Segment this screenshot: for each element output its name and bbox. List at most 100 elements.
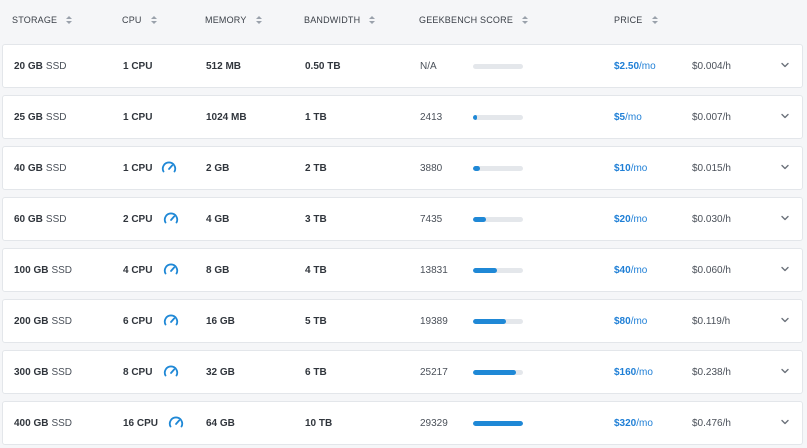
chevron-down-icon[interactable]	[780, 265, 790, 273]
hourly-price: $0.007/h	[692, 111, 731, 123]
speedometer-icon	[168, 416, 184, 428]
bandwidth-value: 4 TB	[305, 264, 327, 276]
memory-value: 64 GB	[206, 417, 235, 429]
column-header-bandwidth[interactable]: BANDWIDTH	[304, 15, 376, 25]
chevron-down-icon[interactable]	[780, 112, 790, 120]
speedometer-icon	[163, 365, 179, 377]
storage-cell: 20 GB SSD	[14, 45, 66, 87]
cpu-count: 1 CPU	[123, 111, 153, 123]
storage-type: SSD	[51, 366, 73, 378]
cpu-count: 1 CPU	[123, 162, 153, 174]
table-row[interactable]: 25 GB SSD 1 CPU 1024 MB 1 TB 2413 $5/mo $0.007/…	[2, 95, 803, 139]
memory-value: 512 MB	[206, 60, 242, 72]
table-row[interactable]: 300 GB SSD 8 CPU 32 GB 6 TB 25217 $160/mo $0.23…	[2, 350, 803, 394]
score-bar-fill	[473, 166, 480, 171]
table-row[interactable]: 60 GB SSD 2 CPU 4 GB 3 TB 7435 $20/mo $0.030/h	[2, 197, 803, 241]
storage-cell: 100 GB SSD	[14, 249, 72, 291]
chevron-down-icon[interactable]	[780, 316, 790, 324]
monthly-price: $2.50	[614, 60, 640, 72]
hourly-price: $0.015/h	[692, 162, 731, 174]
storage-type: SSD	[51, 417, 73, 429]
geekbench-score: 29329	[420, 417, 448, 429]
bandwidth-value: 0.50 TB	[305, 60, 341, 72]
bandwidth-value: 1 TB	[305, 111, 327, 123]
memory-value: 8 GB	[206, 264, 230, 276]
score-bar	[473, 115, 523, 120]
bandwidth-value: 3 TB	[305, 213, 327, 225]
sort-icon[interactable]	[255, 16, 262, 24]
storage-type: SSD	[45, 213, 67, 225]
column-header-memory[interactable]: MEMORY	[205, 15, 262, 25]
score-bar-fill	[473, 421, 523, 426]
chevron-down-icon[interactable]	[780, 367, 790, 375]
storage-type: SSD	[51, 315, 73, 327]
storage-size: 400 GB	[14, 417, 49, 429]
monthly-price: $5	[614, 111, 626, 123]
table-row[interactable]: 40 GB SSD 1 CPU 2 GB 2 TB 3880 $10/mo $0.015/h	[2, 146, 803, 190]
score-bar	[473, 319, 523, 324]
storage-size: 40 GB	[14, 162, 43, 174]
sort-icon[interactable]	[651, 16, 658, 24]
hourly-price: $0.030/h	[692, 213, 731, 225]
price-unit: /mo	[639, 60, 656, 72]
storage-type: SSD	[45, 60, 67, 72]
price-cell: $20/mo	[614, 198, 647, 240]
price-cell: $80/mo	[614, 300, 647, 342]
monthly-price: $40	[614, 264, 631, 276]
score-bar-fill	[473, 217, 486, 222]
table-row[interactable]: 100 GB SSD 4 CPU 8 GB 4 TB 13831 $40/mo $0.060/…	[2, 248, 803, 292]
chevron-down-icon[interactable]	[780, 418, 790, 426]
geekbench-score: 13831	[420, 264, 448, 276]
storage-size: 60 GB	[14, 213, 43, 225]
geekbench-score: 2413	[420, 111, 443, 123]
score-bar-fill	[473, 268, 497, 273]
speedometer-icon	[163, 314, 179, 326]
hourly-price: $0.060/h	[692, 264, 731, 276]
score-bar-fill	[473, 319, 507, 324]
bandwidth-value: 5 TB	[305, 315, 327, 327]
column-header-price[interactable]: PRICE	[614, 15, 658, 25]
sort-icon[interactable]	[369, 16, 376, 24]
price-unit: /mo	[630, 162, 648, 174]
chevron-down-icon[interactable]	[780, 163, 790, 171]
score-bar	[473, 217, 523, 222]
bandwidth-value: 6 TB	[305, 366, 327, 378]
geekbench-score: N/A	[420, 60, 437, 72]
chevron-down-icon[interactable]	[780, 61, 790, 69]
cpu-count: 2 CPU	[123, 213, 153, 225]
table-row[interactable]: 200 GB SSD 6 CPU 16 GB 5 TB 19389 $80/mo $0.119…	[2, 299, 803, 343]
price-unit: /mo	[625, 111, 642, 123]
sort-icon[interactable]	[150, 16, 157, 24]
memory-value: 4 GB	[206, 213, 230, 225]
price-unit: /mo	[630, 264, 648, 276]
storage-type: SSD	[45, 111, 67, 123]
speedometer-icon	[163, 212, 179, 224]
score-bar	[473, 268, 523, 273]
table-row[interactable]: 20 GB SSD 1 CPU 512 MB 0.50 TB N/A $2.50/mo $0.…	[2, 44, 803, 88]
memory-value: 2 GB	[206, 162, 230, 174]
price-cell: $2.50/mo	[614, 45, 656, 87]
storage-cell: 60 GB SSD	[14, 198, 66, 240]
geekbench-score: 25217	[420, 366, 448, 378]
monthly-price: $80	[614, 315, 631, 327]
score-bar	[473, 370, 523, 375]
price-unit: /mo	[630, 213, 648, 225]
column-header-label: MEMORY	[205, 15, 247, 25]
column-header-label: CPU	[122, 15, 142, 25]
chevron-down-icon[interactable]	[780, 214, 790, 222]
monthly-price: $10	[614, 162, 631, 174]
table-row[interactable]: 400 GB SSD 16 CPU 64 GB 10 TB 29329 $320/mo $0.…	[2, 401, 803, 445]
memory-value: 1024 MB	[206, 111, 247, 123]
bandwidth-value: 2 TB	[305, 162, 327, 174]
column-header-cpu[interactable]: CPU	[122, 15, 157, 25]
column-header-label: GEEKBENCH SCORE	[419, 15, 514, 25]
storage-cell: 40 GB SSD	[14, 147, 66, 189]
memory-value: 32 GB	[206, 366, 235, 378]
sort-icon[interactable]	[66, 16, 73, 24]
column-header-storage[interactable]: STORAGE	[12, 15, 73, 25]
column-header-geekbench[interactable]: GEEKBENCH SCORE	[419, 15, 529, 25]
column-header-label: PRICE	[614, 15, 643, 25]
monthly-price: $160	[614, 366, 637, 378]
sort-icon[interactable]	[522, 16, 529, 24]
geekbench-score: 7435	[420, 213, 443, 225]
